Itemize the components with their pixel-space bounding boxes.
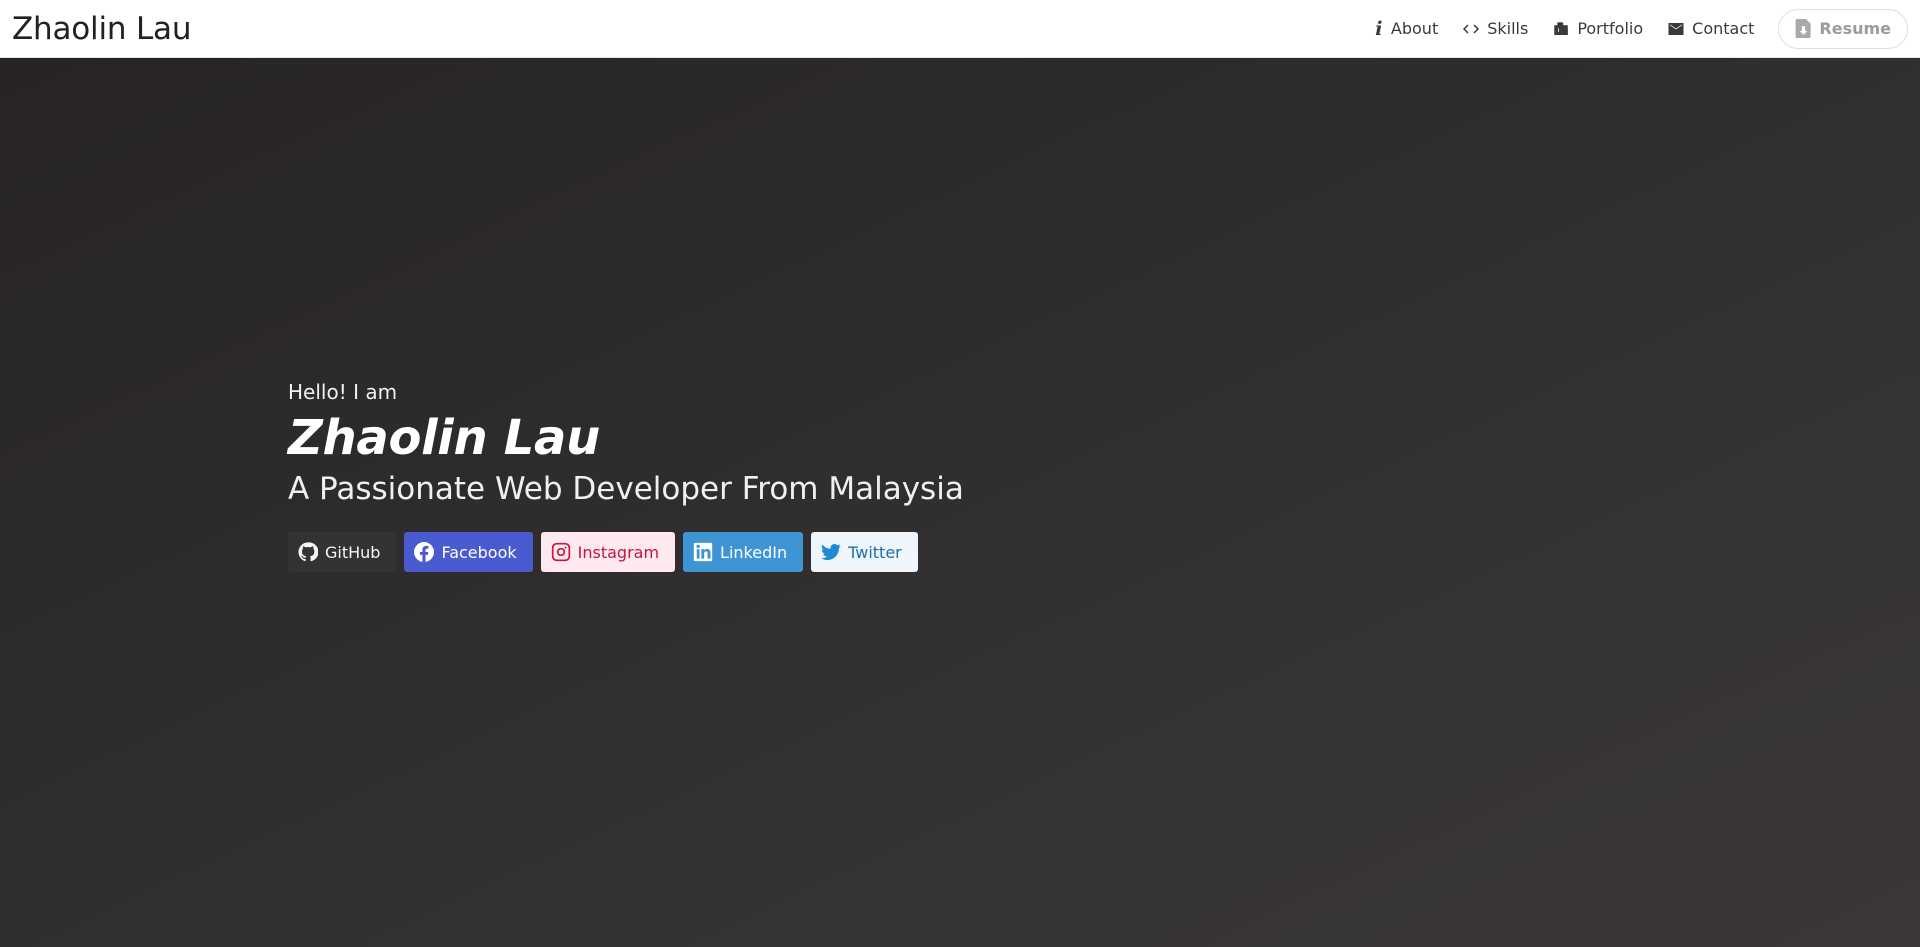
- hero-name: Zhaolin Lau: [288, 410, 600, 466]
- nav-item-contact[interactable]: Contact: [1655, 0, 1766, 57]
- facebook-label: Facebook: [441, 542, 517, 562]
- brand-logo[interactable]: Zhaolin Lau: [12, 11, 191, 47]
- facebook-button[interactable]: Facebook: [404, 532, 533, 572]
- nav-item-portfolio[interactable]: Portfolio: [1540, 0, 1655, 57]
- facebook-icon: [414, 542, 435, 562]
- github-label: GitHub: [325, 542, 381, 562]
- code-icon: [1463, 24, 1480, 33]
- nav-item-skills[interactable]: Skills: [1450, 0, 1540, 57]
- navbar: Zhaolin Lau i About Skills Portfolio Con…: [0, 0, 1920, 58]
- nav-item-label: Contact: [1692, 19, 1755, 38]
- hero-content: Hello! I am Zhaolin Lau A Passionate Web…: [288, 380, 964, 572]
- main-nav: i About Skills Portfolio Contact Resume: [1362, 0, 1908, 57]
- linkedin-icon: [693, 542, 713, 562]
- nav-item-about[interactable]: i About: [1362, 0, 1450, 57]
- twitter-icon: [821, 544, 841, 560]
- linkedin-button[interactable]: LinkedIn: [683, 532, 804, 572]
- instagram-label: Instagram: [577, 542, 660, 562]
- envelope-icon: [1668, 22, 1684, 35]
- file-download-icon: [1795, 19, 1812, 38]
- hero-greeting: Hello! I am: [288, 380, 398, 404]
- hero-section: Hello! I am Zhaolin Lau A Passionate Web…: [0, 58, 1920, 947]
- nav-item-label: Portfolio: [1577, 19, 1644, 38]
- github-icon: [298, 542, 318, 562]
- social-links: GitHub Facebook Instagram LinkedIn Twitt…: [288, 532, 964, 572]
- instagram-button[interactable]: Instagram: [540, 532, 676, 572]
- twitter-label: Twitter: [848, 542, 902, 562]
- info-icon: i: [1375, 17, 1383, 40]
- nav-item-label: Skills: [1487, 19, 1529, 38]
- nav-item-label: About: [1390, 19, 1439, 38]
- twitter-button[interactable]: Twitter: [811, 532, 918, 572]
- instagram-icon: [551, 542, 570, 562]
- briefcase-icon: [1554, 21, 1569, 35]
- github-button[interactable]: GitHub: [288, 532, 397, 572]
- resume-label: Resume: [1819, 19, 1891, 38]
- hero-tagline: A Passionate Web Developer From Malaysia: [288, 471, 964, 507]
- resume-button[interactable]: Resume: [1778, 8, 1908, 49]
- linkedin-label: LinkedIn: [720, 542, 788, 562]
